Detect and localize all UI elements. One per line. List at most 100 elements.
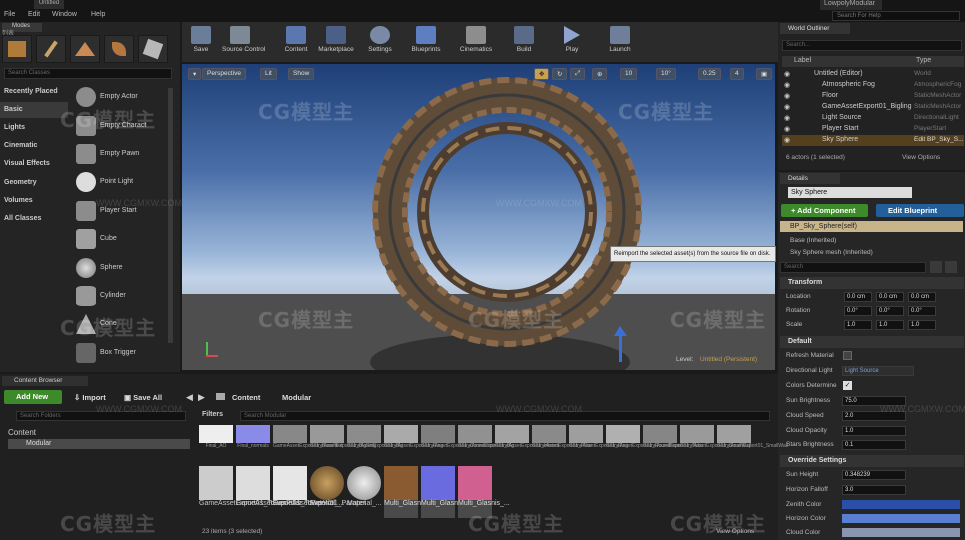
maximize-viewport-button[interactable]: ▣ [756, 68, 773, 80]
bp-self-row[interactable]: BP_Sky_Sphere(self) [780, 221, 963, 232]
rotation-y[interactable]: 0.0° [876, 306, 904, 316]
category-visual-effects[interactable]: Visual Effects [0, 156, 68, 172]
content-button[interactable]: Content [278, 24, 314, 60]
world-local-button[interactable]: ⊕ [592, 68, 608, 80]
scale-mode-button[interactable]: ⤢ [570, 68, 586, 80]
asset-tile[interactable]: GameAssetExport01_Ring [384, 425, 443, 463]
eye-icon[interactable]: ◉ [784, 103, 790, 111]
asset-tile[interactable]: GameAssetExport01_BigRing [310, 425, 376, 463]
camera-speed-value[interactable]: 4 [730, 68, 744, 80]
nav-forward-icon[interactable]: ▶ [198, 392, 205, 403]
asset-tile[interactable]: Material_... [347, 466, 382, 518]
scale-x[interactable]: 1.0 [844, 320, 872, 330]
marketplace-button[interactable]: Marketplace [318, 24, 354, 60]
details-search-input[interactable]: Search [780, 262, 926, 273]
category-geometry[interactable]: Geometry [0, 175, 68, 191]
angle-snap-value[interactable]: 10° [656, 68, 676, 80]
eye-icon[interactable]: ◉ [784, 70, 790, 78]
details-tab[interactable]: Details [780, 173, 840, 184]
outliner-row-selected[interactable]: ◉ Sky Sphere Edit BP_Sky_S... [782, 135, 964, 146]
directional-light-select[interactable]: Light Source [842, 366, 914, 376]
content-browser-tab[interactable]: Content Browser [2, 376, 88, 386]
outliner-row[interactable]: ◉ Atmospheric Fog AtmosphericFog [782, 80, 964, 91]
grid-view-icon[interactable] [930, 261, 942, 273]
asset-tile[interactable]: GameAssetExport01_Pillar [532, 425, 592, 463]
scale-snap-value[interactable]: 0.25 [698, 68, 721, 80]
scale-label[interactable]: Scale [786, 319, 846, 331]
asset-tile[interactable]: Final_AO [199, 425, 233, 463]
asset-tile[interactable]: GameAssetExport01_TowerWall [236, 466, 337, 518]
search-classes-input[interactable]: Search Classes [4, 68, 172, 79]
lit-button[interactable]: Lit [260, 68, 277, 80]
col-label[interactable]: Label [794, 57, 811, 64]
base-inherited-row[interactable]: Base (Inherited) [790, 237, 836, 244]
path-content[interactable]: Content [232, 393, 260, 402]
world-outliner-tab[interactable]: World Outliner [780, 23, 850, 34]
category-lights[interactable]: Lights [0, 120, 68, 136]
asset-tile[interactable]: GameAssetExport01_Inteiror [495, 425, 559, 463]
asset-tile[interactable]: Material_... [310, 466, 345, 518]
scale-y[interactable]: 1.0 [876, 320, 904, 330]
place-item-box-trigger[interactable]: Box Trigger [72, 341, 172, 367]
blueprints-button[interactable]: Blueprints [408, 24, 444, 60]
refresh-material-checkbox[interactable] [843, 351, 852, 360]
cloud-opacity-input[interactable]: 1.0 [842, 426, 906, 436]
outliner-row[interactable]: ◉ Light Source DirectionalLight [782, 113, 964, 124]
place-mode-icon[interactable] [2, 35, 32, 63]
colors-determine-checkbox[interactable]: ✓ [843, 381, 852, 390]
location-z[interactable]: 0.0 cm [908, 292, 936, 302]
asset-tile[interactable]: GameAssetExport01_Big [347, 425, 403, 463]
add-new-button[interactable]: Add New [4, 390, 62, 404]
outliner-row[interactable]: ◉ Floor StaticMeshActor [782, 91, 964, 102]
location-x[interactable]: 0.0 cm [844, 292, 872, 302]
stars-brightness-input[interactable]: 0.1 [842, 440, 906, 450]
add-component-button[interactable]: + Add Component [781, 204, 868, 217]
menu-window[interactable]: Window [52, 11, 77, 18]
paint-mode-icon[interactable] [36, 35, 66, 63]
perspective-button[interactable]: Perspective [202, 68, 246, 80]
place-item-sphere[interactable]: Sphere [72, 256, 172, 282]
folder-modular[interactable]: Modular [8, 439, 190, 449]
asset-tile-selected[interactable]: Multi_Glasnis_Normal [421, 466, 489, 518]
asset-tile[interactable]: GameAssetExport01_Parapet [273, 466, 366, 518]
eye-icon[interactable]: ◉ [784, 92, 790, 100]
path-modular[interactable]: Modular [282, 393, 311, 402]
asset-tile[interactable]: GameAssetExport01_SmallWall [680, 425, 751, 463]
rotate-mode-button[interactable]: ↻ [552, 68, 568, 80]
help-search-input[interactable]: Search For Help [832, 11, 960, 21]
asset-tile[interactable]: GameAssetExport01_Connection [421, 425, 495, 463]
outliner-row[interactable]: ◉ GameAssetExport01_Bigling StaticMeshActo… [782, 102, 964, 113]
category-volumes[interactable]: Volumes [0, 193, 68, 209]
menu-file[interactable]: File [4, 11, 15, 18]
asset-tile[interactable]: Final_normals [236, 425, 270, 463]
save-all-button[interactable]: ▣ Save All [124, 393, 162, 402]
filters-button[interactable]: Filters [202, 411, 223, 418]
place-item-empty-pawn[interactable]: Empty Pawn [72, 142, 172, 168]
menu-edit[interactable]: Edit [28, 11, 40, 18]
asset-tile[interactable]: GameAssetExport01_Big [458, 425, 514, 463]
horizon-color-swatch[interactable] [842, 514, 960, 523]
asset-tile[interactable]: GameAssetExport01_Tubo [643, 425, 703, 463]
rotation-z[interactable]: 0.0° [908, 306, 936, 316]
edit-blueprint-button[interactable]: Edit Blueprint [876, 204, 964, 217]
location-label[interactable]: Location [786, 291, 846, 303]
outliner-view-options[interactable]: View Options [902, 154, 940, 161]
level-tab[interactable]: Untitled [34, 0, 64, 9]
outliner-row[interactable]: ◉ Player Start PlayerStart [782, 124, 964, 135]
category-all-classes[interactable]: All Classes [0, 211, 68, 227]
transform-section[interactable]: Transform [780, 277, 964, 289]
show-button[interactable]: Show [288, 68, 315, 80]
rotation-x[interactable]: 0.0° [844, 306, 872, 316]
place-item-point-light[interactable]: Point Light [72, 170, 172, 196]
menu-help[interactable]: Help [91, 11, 105, 18]
outliner-row[interactable]: ◉ Untitled (Editor) World [782, 69, 964, 80]
folder-content[interactable]: Content [8, 428, 36, 437]
cinematics-button[interactable]: Cinematics [458, 24, 494, 60]
nav-back-icon[interactable]: ◀ [186, 392, 193, 403]
asset-tile[interactable]: GameAssetExport01_SmallWall [717, 425, 788, 463]
outliner-search-input[interactable]: Search... [782, 40, 962, 51]
settings-button[interactable]: Settings [362, 24, 398, 60]
import-button[interactable]: ⇩ Import [74, 393, 106, 402]
source-control-button[interactable]: Source Control [222, 24, 265, 60]
actor-name-field[interactable]: Sky Sphere [788, 187, 912, 198]
